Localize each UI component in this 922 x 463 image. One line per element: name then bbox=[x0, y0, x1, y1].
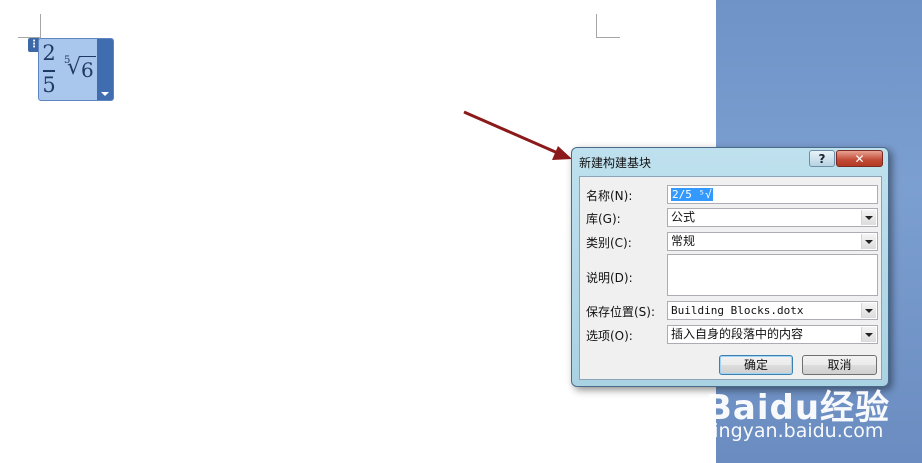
annotation-arrow-icon bbox=[463, 110, 572, 160]
category-select[interactable]: 常规 bbox=[667, 232, 878, 251]
equation-options-button[interactable] bbox=[97, 39, 113, 100]
equation-denominator: 5 bbox=[42, 73, 56, 97]
margin-corner-top-left bbox=[40, 14, 41, 38]
baidu-watermark: Baidu经验 jingyan.baidu.com bbox=[706, 380, 890, 442]
save-in-label: 保存位置(S): bbox=[586, 305, 656, 319]
options-value: 插入自身的段落中的内容 bbox=[671, 327, 804, 341]
equation-object[interactable]: 2 5 5 √ 6 bbox=[38, 38, 114, 101]
margin-corner-top-right-h bbox=[596, 37, 620, 38]
new-building-block-dialog: 新建构建基块 ? ✕ 名称(N): 2/5 ⁵√ 库(G): 公式 类别(C):… bbox=[571, 147, 889, 387]
category-value: 常规 bbox=[671, 234, 696, 248]
fraction-bar bbox=[43, 70, 55, 72]
save-in-select[interactable]: Building Blocks.dotx bbox=[667, 301, 878, 320]
options-select[interactable]: 插入自身的段落中的内容 bbox=[667, 325, 878, 344]
name-input[interactable]: 2/5 ⁵√ bbox=[667, 185, 878, 204]
chevron-down-icon bbox=[861, 210, 876, 225]
gallery-select[interactable]: 公式 bbox=[667, 208, 878, 227]
cancel-button[interactable]: 取消 bbox=[802, 355, 877, 375]
description-textarea[interactable] bbox=[667, 254, 878, 296]
options-label: 选项(O): bbox=[586, 329, 633, 343]
watermark-url: jingyan.baidu.com bbox=[708, 420, 884, 442]
gallery-value: 公式 bbox=[671, 210, 696, 224]
category-label: 类别(C): bbox=[586, 236, 632, 250]
chevron-down-icon bbox=[861, 303, 876, 318]
dialog-title: 新建构建基块 bbox=[579, 156, 652, 170]
radical-sign-icon: √ bbox=[67, 55, 82, 80]
name-input-value: 2/5 ⁵√ bbox=[671, 188, 713, 201]
name-label: 名称(N): bbox=[586, 189, 633, 203]
margin-corner-top-right bbox=[596, 14, 597, 38]
help-button[interactable]: ? bbox=[809, 150, 835, 167]
chevron-down-icon bbox=[861, 327, 876, 342]
close-button[interactable]: ✕ bbox=[836, 150, 883, 167]
save-in-value: Building Blocks.dotx bbox=[671, 304, 804, 317]
ok-button[interactable]: 确定 bbox=[719, 355, 793, 375]
chevron-down-icon bbox=[861, 234, 876, 249]
radicand: 6 bbox=[81, 58, 94, 82]
gallery-label: 库(G): bbox=[586, 212, 621, 226]
equation-numerator: 2 bbox=[42, 41, 56, 65]
dropdown-arrow-icon bbox=[101, 92, 109, 96]
description-label: 说明(D): bbox=[586, 271, 633, 285]
dialog-body: 名称(N): 2/5 ⁵√ 库(G): 公式 类别(C): 常规 说明(D): … bbox=[579, 176, 882, 380]
